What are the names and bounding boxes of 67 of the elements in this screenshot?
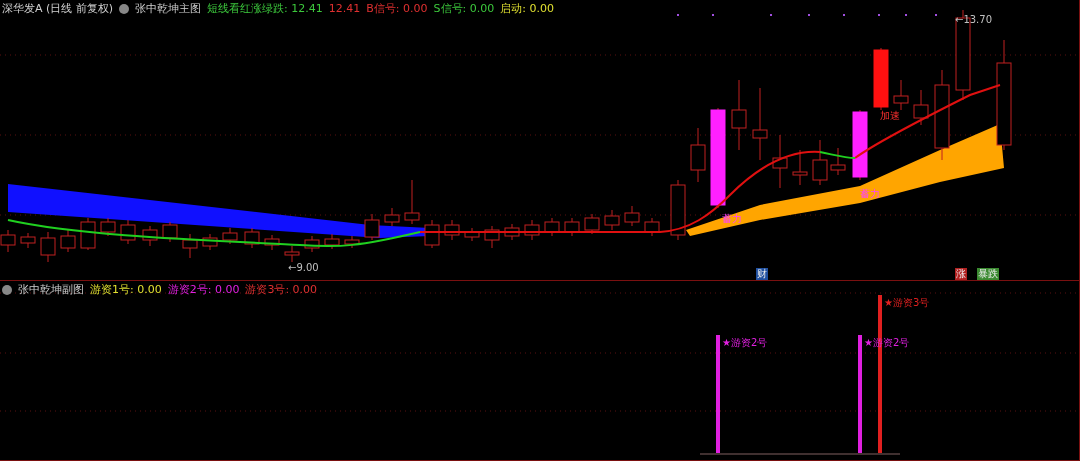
- candlestick: [544, 217, 560, 237]
- legend-value: 游资1号: 0.00: [90, 283, 162, 297]
- candlestick: [0, 229, 16, 253]
- candlestick: [404, 179, 420, 225]
- candlestick: [244, 227, 260, 249]
- candlestick: [142, 225, 158, 247]
- signal-tag: 暴跌: [977, 268, 999, 280]
- candlestick: [690, 127, 706, 183]
- candlestick: [504, 223, 520, 241]
- candlestick: [604, 209, 620, 231]
- candlestick: [324, 233, 340, 250]
- candlestick: [264, 234, 280, 251]
- candlestick: [772, 134, 788, 189]
- candlestick: [812, 139, 828, 186]
- price-label: ←9.00: [288, 262, 319, 274]
- signal-label: ★游资2号: [722, 337, 768, 349]
- circle-icon: [2, 285, 12, 295]
- candlestick: [444, 219, 460, 241]
- candlestick: [873, 47, 889, 111]
- candlestick: [893, 79, 909, 111]
- candlestick: [202, 233, 218, 251]
- candlestick: [670, 179, 686, 241]
- candlestick: [913, 89, 929, 126]
- candlestick: [584, 213, 600, 235]
- legend-value: B信号: 0.00: [366, 2, 428, 16]
- signal-tag: 财: [756, 268, 768, 280]
- candlestick: [424, 219, 440, 249]
- candlestick: [80, 217, 96, 251]
- legend-value: 12.41: [328, 2, 361, 16]
- legend-value: 游资3号: 0.00: [245, 283, 318, 297]
- candlestick: [344, 235, 360, 249]
- legend-value: 启动: 0.00: [500, 2, 554, 16]
- candlestick: [384, 207, 400, 227]
- candlestick: [162, 221, 178, 243]
- candlestick: [852, 109, 868, 181]
- candlestick: [222, 227, 238, 245]
- candlestick: [644, 217, 660, 237]
- price-label: ←13.70: [955, 14, 992, 26]
- circle-icon: [119, 4, 130, 14]
- candlestick: [304, 235, 320, 253]
- signal-label: 加速: [880, 110, 900, 122]
- candlestick: [484, 225, 500, 249]
- legend-value: 短线看红涨绿跌: 12.41: [207, 2, 323, 16]
- candlestick: [120, 219, 136, 245]
- candlestick: [524, 219, 540, 241]
- legend-value: 游资2号: 0.00: [167, 283, 240, 297]
- candlestick: [830, 147, 846, 176]
- candlestick: [40, 231, 56, 263]
- candlestick: [792, 149, 808, 186]
- chart-title: 深华发A (日线 前复权): [2, 2, 114, 16]
- candlestick: [624, 205, 640, 227]
- candlestick: [20, 232, 36, 249]
- candlestick: [100, 217, 116, 237]
- candlestick: [284, 245, 300, 263]
- candlestick: [60, 229, 76, 253]
- candlestick: [464, 227, 480, 242]
- indicator-name: 张中乾坤主图: [135, 2, 202, 16]
- candlestick: [182, 233, 198, 259]
- candlestick: [564, 217, 580, 237]
- candlestick: [364, 213, 380, 241]
- signal-label: 蓄力: [722, 213, 742, 225]
- legend-value: S信号: 0.00: [433, 2, 495, 16]
- signal-label: ★游资3号: [884, 297, 930, 309]
- candlestick: [731, 79, 747, 151]
- signal-tag: 涨: [955, 268, 967, 280]
- signal-label: 蓄力: [860, 188, 880, 200]
- indicator-name: 张中乾坤副图: [18, 283, 84, 297]
